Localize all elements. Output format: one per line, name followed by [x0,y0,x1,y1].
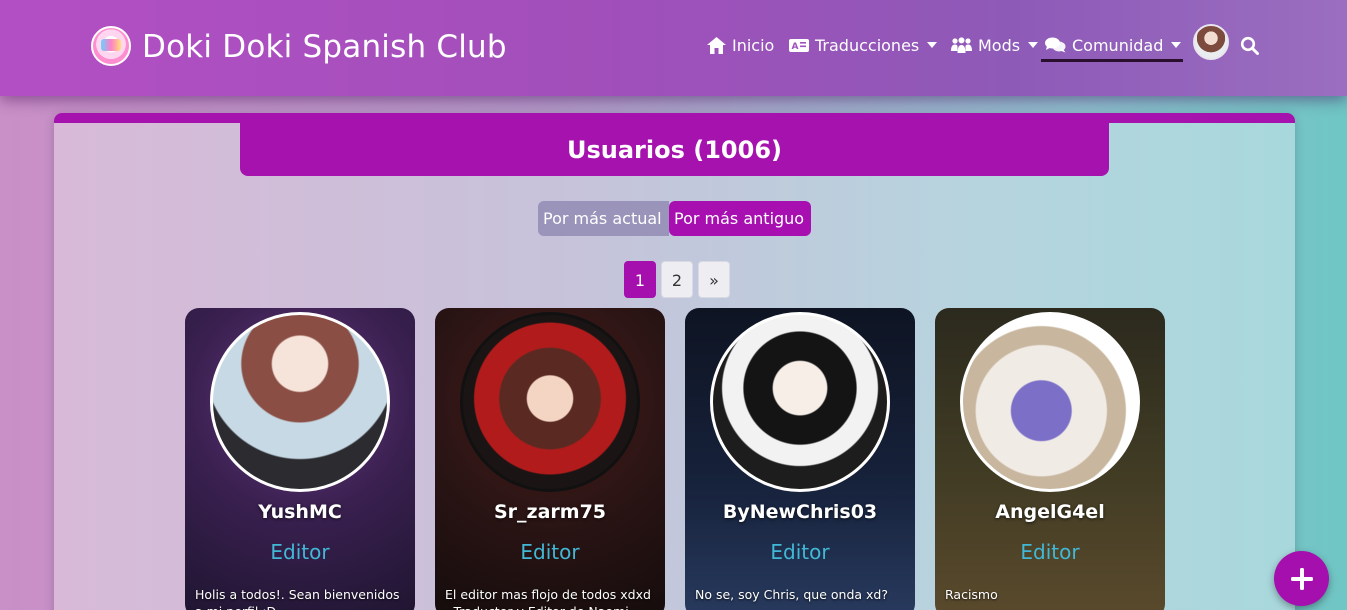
svg-text:A: A [792,42,799,52]
user-card[interactable]: Sr_zarm75 Editor El editor mas flojo de … [435,308,665,610]
users-group-icon [951,37,972,53]
user-card[interactable]: AngelG4el Editor Racismo [935,308,1165,610]
nav-inicio-label: Inicio [732,35,775,55]
page-1-button[interactable]: 1 [624,261,656,298]
user-bio: El editor mas flojo de todos xdxd - Trad… [445,587,651,610]
next-page-button[interactable]: » [698,261,730,298]
nav-comunidad[interactable]: Comunidad [1040,30,1184,62]
nav-mods-label: Mods [978,35,1021,55]
translate-icon: A [789,38,809,52]
user-bio: Holis a todos!. Sean bienvenidos a mi pe… [195,587,400,610]
nav-traducciones[interactable]: A Traducciones [789,30,938,60]
user-bio: No se, soy Chris, que onda xd? [695,587,888,602]
avatar [960,312,1140,492]
chevron-down-icon [1028,42,1039,48]
page-2-button[interactable]: 2 [661,261,693,298]
avatar [460,312,640,492]
add-button[interactable] [1274,551,1329,606]
user-name[interactable]: AngelG4el [935,501,1165,523]
user-avatar[interactable] [1193,24,1229,60]
user-name[interactable]: ByNewChris03 [685,501,915,523]
home-icon [707,36,726,54]
user-role: Editor [1020,540,1080,564]
user-card[interactable]: YushMC Editor Holis a todos!. Sean bienv… [185,308,415,610]
plus-icon [1290,567,1313,590]
chevron-down-icon [927,42,938,48]
user-name[interactable]: Sr_zarm75 [435,501,665,523]
sort-toggle: Por más actual Por más antiguo [538,201,811,236]
sort-newest-button[interactable]: Por más actual [538,201,669,236]
user-card[interactable]: ByNewChris03 Editor No se, soy Chris, qu… [685,308,915,610]
top-navbar: Doki Doki Spanish Club Inicio A Traducci… [0,0,1347,96]
avatar [710,312,890,492]
user-role: Editor [770,540,830,564]
nav-inicio[interactable]: Inicio [707,30,774,60]
user-role: Editor [270,540,330,564]
user-role: Editor [520,540,580,564]
search-icon[interactable] [1240,36,1260,56]
nav-comunidad-label: Comunidad [1072,35,1164,55]
page-title: Usuarios (1006) [240,123,1109,176]
nav-mods[interactable]: Mods [951,30,1039,60]
comments-icon [1045,37,1066,53]
user-name[interactable]: YushMC [185,501,415,523]
user-bio: Racismo [945,587,998,602]
pagination: 1 2 » [624,261,730,298]
avatar [210,312,390,492]
sort-oldest-button[interactable]: Por más antiguo [669,201,811,236]
nav-traducciones-label: Traducciones [815,35,920,55]
chevron-down-icon [1171,42,1182,48]
